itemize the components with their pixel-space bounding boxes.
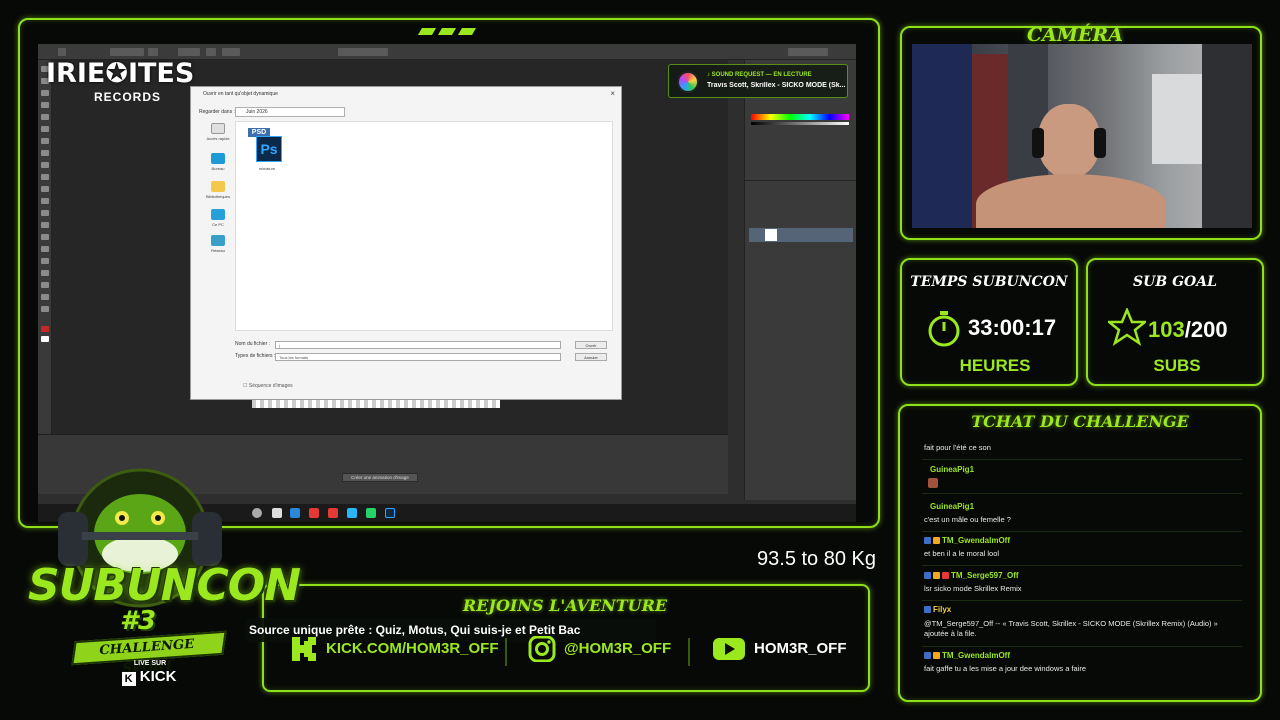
desktop-icon — [211, 153, 225, 164]
weight-goal-text: 93.5 to 80 Kg — [757, 548, 876, 570]
banner-title: REJOINS L'AVENTURE — [462, 596, 668, 615]
kick-icon — [292, 637, 316, 661]
subuncon-edition: #3 — [119, 606, 157, 636]
app-icon[interactable] — [347, 508, 357, 518]
chat-message: TM_Serge597_Off lsr sicko mode Skrillex … — [922, 571, 1242, 601]
photoshop-tools-panel[interactable] — [38, 60, 52, 440]
sub-goal-title: SUB GOAL — [1133, 274, 1217, 290]
badge-icon — [924, 537, 931, 544]
timer-value: 33:00:17 — [968, 315, 1057, 340]
star-icon — [1108, 308, 1146, 346]
create-frame-animation-button[interactable]: Créer une animation d'image — [342, 473, 418, 482]
youtube-icon — [713, 638, 745, 660]
filename-row: Nom du fichier : | — [235, 341, 565, 349]
close-icon[interactable]: × — [610, 89, 615, 98]
sidebar-item-network[interactable]: Réseau — [203, 235, 233, 253]
home-icon — [211, 123, 225, 134]
badge-icon — [924, 572, 931, 579]
photoshop-taskbar-icon[interactable] — [385, 508, 395, 518]
instagram-icon — [528, 636, 556, 662]
location-label: Regarder dans : — [199, 109, 235, 115]
location-row: Regarder dans : Juin 2026 — [199, 107, 611, 119]
folder-icon — [211, 181, 225, 192]
chat-message: TM_GwendalmOff et ben il a le moral lool — [922, 536, 1242, 566]
live-on-label: LIVE SUR — [133, 660, 167, 667]
chat-title: TCHAT DU CHALLENGE — [971, 412, 1189, 431]
instagram-link[interactable]: @HOM3R_OFF — [528, 636, 671, 662]
chat-message: GuineaPig1 — [922, 464, 1242, 494]
kick-logo: K KICK — [112, 668, 186, 686]
sidebar-item-quick-access[interactable]: Accès rapide — [203, 123, 233, 141]
kick-icon: K — [121, 672, 136, 686]
subuncon-title: SUBUNCON — [28, 560, 301, 611]
youtube-link[interactable]: HOM3R_OFF — [712, 636, 847, 662]
badge-icon — [924, 606, 931, 613]
network-icon — [211, 235, 225, 246]
badge-icon — [933, 537, 940, 544]
badge-icon — [924, 652, 931, 659]
photoshop-icon: Ps — [256, 136, 282, 162]
vinyl-disc-icon — [677, 71, 699, 93]
location-dropdown[interactable]: Juin 2026 — [235, 107, 345, 117]
photoshop-side-panels[interactable] — [744, 60, 856, 500]
computer-icon — [211, 209, 225, 220]
search-icon[interactable] — [252, 508, 262, 518]
chat-message: fait pour l'été ce son — [922, 440, 1242, 460]
badge-icon — [933, 572, 940, 579]
sidebar-item-libraries[interactable]: Bibliothèques — [203, 181, 233, 199]
app-icon[interactable] — [328, 508, 338, 518]
canvas-transparency-strip — [252, 400, 500, 408]
file-list[interactable]: PSD Ps miniature — [235, 121, 613, 331]
filename-label: Nom du fichier : — [235, 341, 271, 347]
kick-link[interactable]: KICK.COM/HOM3R_OFF — [290, 636, 499, 662]
sidebar-item-this-pc[interactable]: Ce PC — [203, 209, 233, 227]
stopwatch-icon — [928, 311, 960, 347]
whatsapp-icon[interactable] — [366, 508, 376, 518]
file-explorer-icon[interactable] — [290, 508, 300, 518]
open-button[interactable]: Ouvrir — [575, 341, 607, 349]
sub-goal-current: 103 — [1148, 317, 1185, 342]
camera-title: CAMÉRA — [1027, 24, 1123, 46]
divider — [505, 638, 507, 666]
sidebar-item-desktop[interactable]: Bureau — [203, 153, 233, 171]
open-file-dialog[interactable]: Ouvrir en tant qu'objet dynamique × Rega… — [190, 86, 622, 400]
dialog-title: Ouvrir en tant qu'objet dynamique — [203, 91, 278, 97]
task-view-icon[interactable] — [272, 508, 282, 518]
sub-goal-target: 200 — [1190, 317, 1228, 342]
now-playing-song: Travis Scott, Skrillex - SICKO MODE (Sk.… — [707, 82, 845, 89]
sub-goal-count: 103/200 — [1148, 317, 1228, 342]
sound-request-widget: ♪ SOUND REQUEST — EN LECTURE Travis Scot… — [668, 64, 848, 98]
emote-icon — [928, 478, 938, 488]
image-sequence-checkbox[interactable]: ☐ Séquence d'images — [243, 383, 293, 389]
badge-icon — [942, 572, 949, 579]
badge-icon — [933, 652, 940, 659]
filetype-select[interactable]: Tous les formats — [275, 353, 561, 361]
app-icon[interactable] — [309, 508, 319, 518]
chat-message: GuineaPig1 c'est un mâle ou femelle ? — [922, 502, 1242, 532]
filetype-label: Types de fichiers : — [235, 353, 276, 359]
sound-request-label: ♪ SOUND REQUEST — EN LECTURE — [707, 72, 812, 78]
irieites-records-logo: IRIE✪ITES RECORDS — [46, 58, 195, 104]
chat-message: TM_GwendalmOff fait gaffe tu a les mise … — [924, 651, 1087, 673]
timer-title: TEMPS SUBUNCON — [910, 274, 1068, 290]
file-name: miniature — [258, 166, 276, 171]
cancel-button[interactable]: Annuler — [575, 353, 607, 361]
camera-feed — [912, 44, 1252, 228]
divider — [688, 638, 690, 666]
timer-unit: HEURES — [959, 356, 1031, 375]
chat-message: Filyx @TM_Serge597_Off -- « Travis Scott… — [922, 605, 1242, 647]
filetype-row: Types de fichiers : Tous les formats — [235, 353, 565, 361]
filename-input[interactable]: | — [275, 341, 561, 349]
sub-goal-unit: SUBS — [1153, 356, 1201, 375]
dialog-sidebar: Accès rapide Bureau Bibliothèques Ce PC … — [199, 123, 233, 253]
